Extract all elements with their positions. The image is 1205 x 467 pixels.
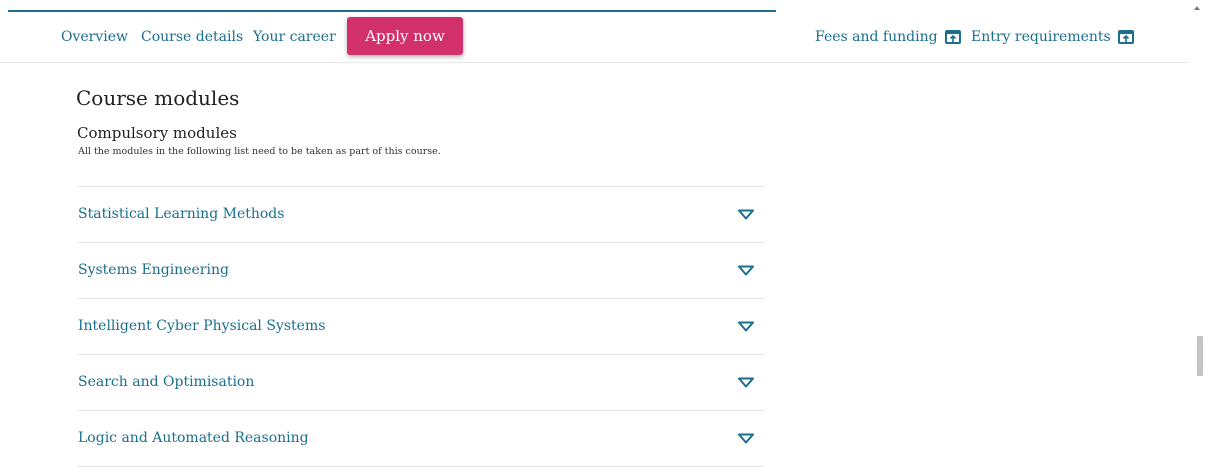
module-name: Logic and Automated Reasoning <box>78 430 309 446</box>
chevron-down-icon <box>738 433 754 444</box>
module-accordion-list: Statistical Learning Methods Systems Eng… <box>78 186 764 467</box>
module-name: Systems Engineering <box>78 262 229 278</box>
compulsory-modules-note: All the modules in the following list ne… <box>78 146 441 157</box>
nav-link-overview[interactable]: Overview <box>61 29 128 45</box>
section-title: Course modules <box>76 86 240 110</box>
module-name: Intelligent Cyber Physical Systems <box>78 318 326 334</box>
chevron-down-icon <box>738 209 754 220</box>
module-row-statistical-learning-methods[interactable]: Statistical Learning Methods <box>78 187 764 243</box>
scroll-up-arrow-icon[interactable] <box>1194 6 1200 10</box>
external-tab-icon <box>1117 30 1134 48</box>
module-name: Statistical Learning Methods <box>78 206 285 222</box>
entry-requirements-label: Entry requirements <box>971 29 1111 45</box>
nav-link-course-details[interactable]: Course details <box>141 29 243 45</box>
nav-link-entry-requirements[interactable]: Entry requirements <box>971 29 1134 48</box>
module-row-logic-and-automated-reasoning[interactable]: Logic and Automated Reasoning <box>78 411 764 467</box>
chevron-down-icon <box>738 377 754 388</box>
compulsory-modules-heading: Compulsory modules <box>77 124 237 142</box>
fees-and-funding-label: Fees and funding <box>815 29 938 45</box>
course-section-nav: Overview Course details Your career Appl… <box>0 12 1190 63</box>
apply-now-button[interactable]: Apply now <box>347 17 463 55</box>
chevron-down-icon <box>738 265 754 276</box>
nav-link-your-career[interactable]: Your career <box>253 29 336 45</box>
module-row-search-and-optimisation[interactable]: Search and Optimisation <box>78 355 764 411</box>
nav-link-fees-and-funding[interactable]: Fees and funding <box>815 29 961 48</box>
vertical-scrollbar[interactable] <box>1190 0 1205 458</box>
external-tab-icon <box>944 30 961 48</box>
chevron-down-icon <box>738 321 754 332</box>
module-row-intelligent-cyber-physical-systems[interactable]: Intelligent Cyber Physical Systems <box>78 299 764 355</box>
scrollbar-thumb[interactable] <box>1197 336 1203 376</box>
module-name: Search and Optimisation <box>78 374 255 390</box>
module-row-systems-engineering[interactable]: Systems Engineering <box>78 243 764 299</box>
